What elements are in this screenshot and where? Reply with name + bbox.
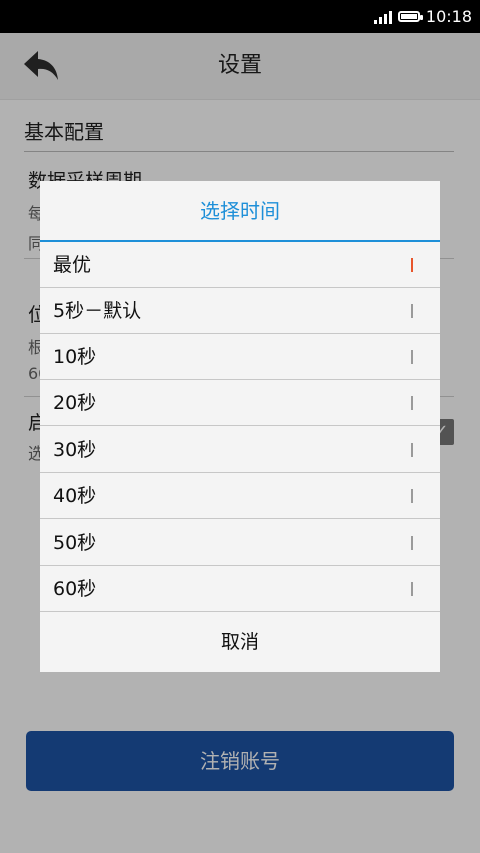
- option-label: 5秒－默认: [53, 300, 142, 322]
- option-label: 20秒: [53, 392, 97, 414]
- radio-indicator-icon: [411, 536, 413, 550]
- radio-indicator-icon: [411, 396, 413, 410]
- signal-icon: [373, 10, 392, 24]
- status-time: 10:18: [425, 7, 472, 26]
- radio-indicator-icon: [411, 258, 413, 272]
- radio-indicator-icon: [411, 582, 413, 596]
- option-label: 10秒: [53, 346, 97, 368]
- option-item[interactable]: 40秒: [40, 473, 440, 519]
- option-item[interactable]: 最优: [40, 242, 440, 288]
- radio-indicator-icon: [411, 489, 413, 503]
- option-item[interactable]: 60秒: [40, 566, 440, 612]
- option-item[interactable]: 50秒: [40, 520, 440, 566]
- radio-indicator-icon: [411, 350, 413, 364]
- option-label: 40秒: [53, 485, 97, 507]
- cancel-button[interactable]: 取消: [40, 613, 440, 672]
- option-label: 50秒: [53, 532, 97, 554]
- dialog-title: 选择时间: [200, 199, 280, 223]
- battery-icon: [397, 11, 423, 22]
- radio-indicator-icon: [411, 443, 413, 457]
- option-item[interactable]: 30秒: [40, 427, 440, 473]
- option-item[interactable]: 10秒: [40, 334, 440, 380]
- option-item[interactable]: 20秒: [40, 380, 440, 426]
- option-label: 60秒: [53, 578, 97, 600]
- option-label: 30秒: [53, 439, 97, 461]
- select-time-dialog: 选择时间 最优 5秒－默认 10秒 20秒 30秒 40秒 50秒 60秒 取消: [40, 181, 440, 672]
- status-bar: 10:18: [0, 0, 480, 33]
- status-icons: 10:18: [373, 0, 472, 33]
- radio-indicator-icon: [411, 304, 413, 318]
- option-label: 最优: [53, 254, 92, 276]
- option-item[interactable]: 5秒－默认: [40, 288, 440, 334]
